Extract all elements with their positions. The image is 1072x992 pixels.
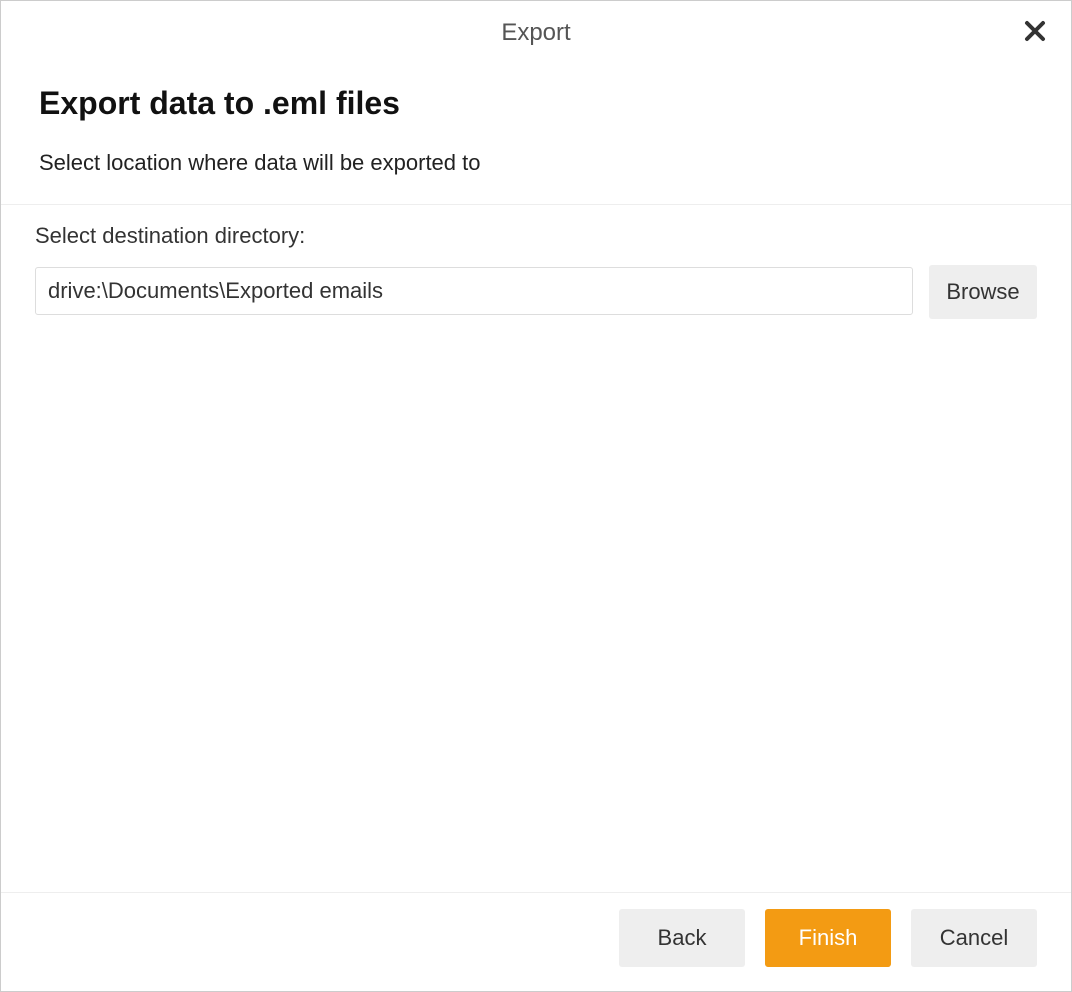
header-section: Export data to .eml files Select locatio… <box>1 65 1071 205</box>
cancel-button[interactable]: Cancel <box>911 909 1037 967</box>
close-icon <box>1023 19 1047 43</box>
finish-button[interactable]: Finish <box>765 909 891 967</box>
destination-row: Browse <box>35 267 1037 319</box>
content-area: Select destination directory: Browse <box>1 205 1071 892</box>
destination-label: Select destination directory: <box>35 223 1037 249</box>
browse-button[interactable]: Browse <box>929 265 1037 319</box>
destination-input[interactable] <box>35 267 913 315</box>
dialog-title: Export <box>501 19 570 47</box>
close-button[interactable] <box>1019 15 1051 47</box>
page-heading: Export data to .eml files <box>39 85 1033 122</box>
dialog-footer: Back Finish Cancel <box>1 892 1071 991</box>
page-subheading: Select location where data will be expor… <box>39 150 1033 176</box>
export-dialog: Export Export data to .eml files Select … <box>0 0 1072 992</box>
back-button[interactable]: Back <box>619 909 745 967</box>
titlebar: Export <box>1 1 1071 65</box>
